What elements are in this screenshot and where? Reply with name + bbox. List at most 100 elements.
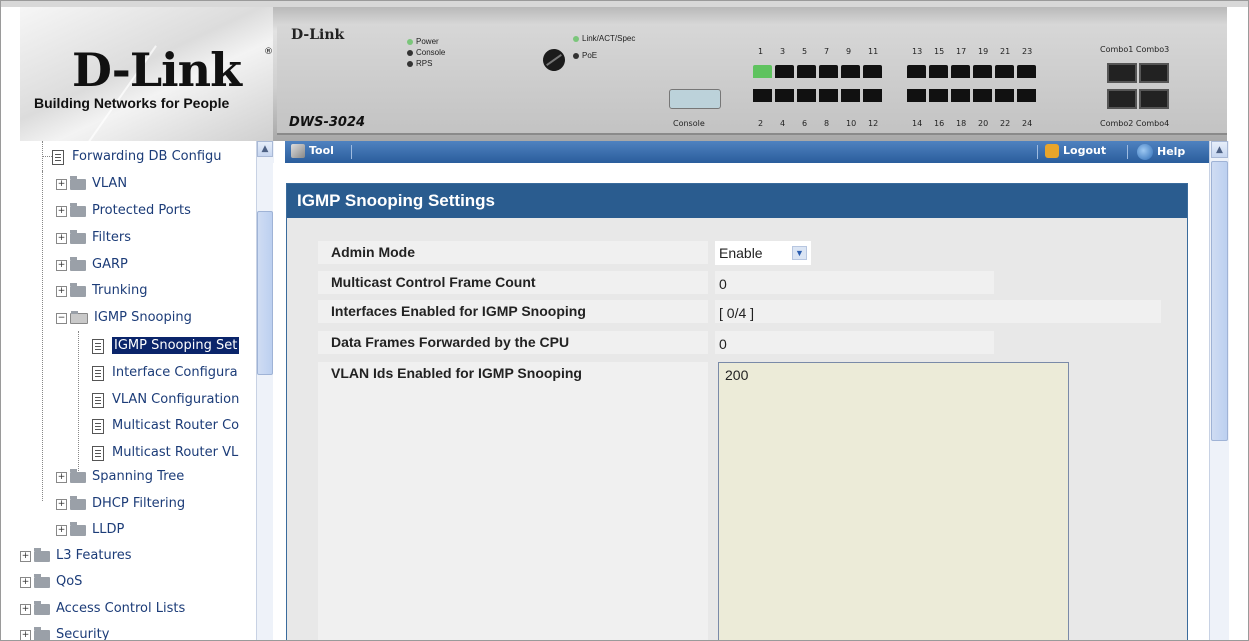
port-number: 24: [1022, 119, 1033, 128]
expand-icon[interactable]: +: [56, 524, 67, 536]
chevron-down-icon[interactable]: ▼: [792, 246, 807, 260]
led-icon: [407, 60, 413, 67]
folder-icon: [70, 229, 86, 244]
page-title: IGMP Snooping Settings: [297, 191, 496, 210]
combo1-port: [1107, 63, 1137, 83]
expand-icon[interactable]: +: [56, 285, 67, 297]
port-number: 17: [956, 47, 967, 56]
port-8: [819, 89, 838, 102]
port-number: 13: [912, 47, 923, 56]
tree-item-trunking[interactable]: + Trunking: [56, 281, 148, 301]
port-7: [819, 65, 838, 78]
tree-item-security[interactable]: + Security: [20, 625, 109, 640]
tree-item-label: Spanning Tree: [92, 469, 185, 484]
folder-icon: [34, 573, 50, 588]
led-icon: [407, 49, 413, 56]
tree-item-garp[interactable]: + GARP: [56, 255, 128, 275]
tree-item-l3-features[interactable]: + L3 Features: [20, 546, 132, 566]
expand-icon[interactable]: +: [20, 603, 31, 615]
port-5: [797, 65, 816, 78]
port-number: 12: [868, 119, 879, 128]
toolbar-divider: [1127, 145, 1128, 159]
tree-item-acl[interactable]: + Access Control Lists: [20, 599, 185, 619]
port-24: [1017, 89, 1036, 102]
expand-icon[interactable]: +: [56, 259, 67, 271]
combo3-port: [1139, 63, 1169, 83]
logo-text: D-Link: [72, 43, 242, 97]
scroll-up-icon[interactable]: ▲: [257, 141, 273, 157]
vlan-ids-label: VLAN Ids Enabled for IGMP Snooping: [331, 365, 582, 381]
document-icon: [92, 365, 104, 381]
open-folder-icon: [70, 310, 88, 324]
tree-item-lldp[interactable]: + LLDP: [56, 520, 124, 540]
tree-item-mcast-router-config[interactable]: Multicast Router Co: [92, 416, 239, 436]
admin-mode-label: Admin Mode: [318, 241, 708, 264]
expand-icon[interactable]: +: [20, 550, 31, 562]
data-frames-label: Data Frames Forwarded by the CPU: [318, 331, 708, 354]
tree-scrollbar[interactable]: ▲: [256, 141, 274, 640]
tree-item-filters[interactable]: + Filters: [56, 228, 131, 248]
expand-icon[interactable]: +: [56, 205, 67, 217]
tree-item-vlan[interactable]: + VLAN: [56, 174, 127, 194]
port-number: 22: [1000, 119, 1011, 128]
tree-item-label: VLAN: [92, 176, 128, 191]
port-9: [841, 65, 860, 78]
device-logo: D-Link: [291, 27, 345, 43]
folder-icon: [34, 600, 50, 615]
folder-icon: [70, 282, 86, 297]
tree-item-interface-config[interactable]: Interface Configura: [92, 363, 238, 383]
tool-menu[interactable]: Tool: [291, 144, 334, 158]
expand-icon[interactable]: +: [56, 232, 67, 244]
tree-item-igmp-snooping[interactable]: − IGMP Snooping: [56, 308, 192, 328]
tree-item-dhcp-filtering[interactable]: + DHCP Filtering: [56, 494, 185, 514]
port-number: 9: [846, 47, 852, 56]
settings-header: IGMP Snooping Settings: [287, 184, 1187, 218]
expand-icon[interactable]: +: [56, 178, 67, 190]
combo2-port: [1107, 89, 1137, 109]
port-number: 4: [780, 119, 786, 128]
logout-icon: [1045, 144, 1059, 158]
port-number: 15: [934, 47, 945, 56]
tree-scroll-thumb[interactable]: [257, 211, 273, 375]
tree-item-spanning-tree[interactable]: + Spanning Tree: [56, 467, 184, 487]
mcast-count-label: Multicast Control Frame Count: [318, 271, 708, 294]
port-number: 18: [956, 119, 967, 128]
port-number: 21: [1000, 47, 1011, 56]
expand-icon[interactable]: +: [20, 576, 31, 588]
document-icon: [92, 445, 104, 461]
expand-icon[interactable]: +: [56, 498, 67, 510]
mcast-count-value: 0: [715, 271, 994, 294]
tree-item-qos[interactable]: + QoS: [20, 572, 82, 592]
expand-icon[interactable]: +: [20, 629, 31, 640]
device-model: DWS-3024: [289, 115, 366, 130]
folder-icon: [70, 202, 86, 217]
tree-item-igmp-snooping-settings[interactable]: IGMP Snooping Set: [92, 336, 240, 356]
admin-mode-select[interactable]: Enable ▼: [715, 241, 811, 265]
tree-item-vlan-config[interactable]: VLAN Configuration: [92, 390, 239, 410]
tree-item-mcast-router-vlan[interactable]: Multicast Router VL: [92, 443, 238, 463]
tree-item-label: Filters: [92, 230, 131, 245]
main-scroll-thumb[interactable]: [1211, 161, 1228, 441]
led-rps: RPS: [407, 59, 432, 68]
led-icon: [573, 35, 579, 42]
expand-icon[interactable]: +: [56, 471, 67, 483]
led-label: RPS: [416, 59, 433, 68]
folder-icon: [70, 468, 86, 483]
vlan-ids-label-cell: VLAN Ids Enabled for IGMP Snooping: [318, 362, 708, 640]
registered-mark: ®: [264, 47, 273, 57]
port-19: [973, 65, 992, 78]
tree-item-forwarding-db[interactable]: Forwarding DB Configu: [42, 147, 222, 167]
help-button[interactable]: Help: [1137, 144, 1185, 160]
collapse-icon[interactable]: −: [56, 312, 67, 324]
led-link: Link/ACT/Spec: [573, 34, 635, 43]
folder-icon: [70, 521, 86, 536]
main-scrollbar[interactable]: ▲: [1209, 141, 1229, 640]
port-number: 2: [758, 119, 764, 128]
tree-item-protected-ports[interactable]: + Protected Ports: [56, 201, 191, 221]
logout-button[interactable]: Logout: [1045, 144, 1106, 158]
scroll-up-icon[interactable]: ▲: [1211, 141, 1228, 158]
help-label: Help: [1157, 145, 1186, 158]
vlan-ids-textarea[interactable]: 200: [718, 362, 1069, 640]
console-port-icon: [669, 89, 721, 109]
toolbar-divider: [1037, 145, 1038, 159]
